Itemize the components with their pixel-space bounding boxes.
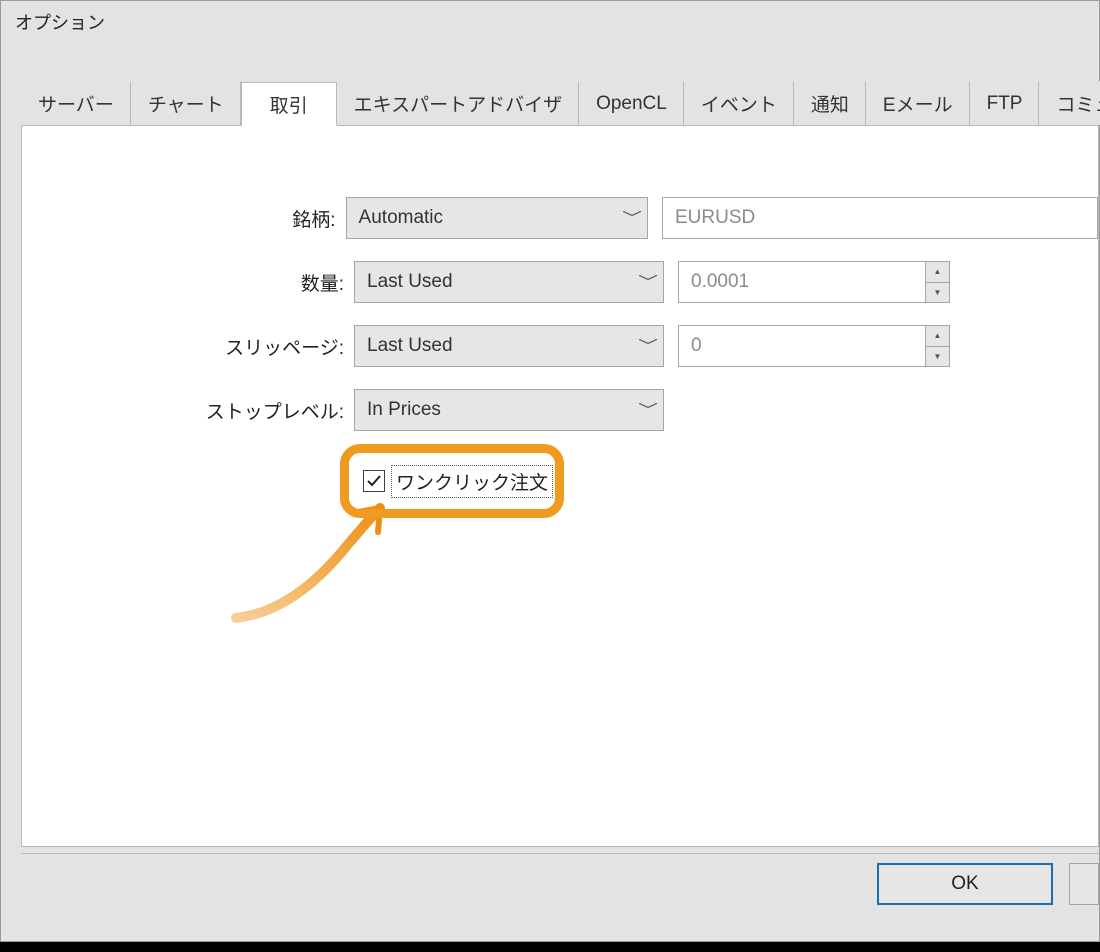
label-symbol: 銘柄: bbox=[22, 205, 346, 232]
input-volume-value-text: 0.0001 bbox=[691, 271, 749, 293]
tab-server[interactable]: サーバー bbox=[21, 81, 131, 125]
tab-label: エキスパートアドバイザ bbox=[354, 90, 562, 117]
combo-slippage-mode-value: Last Used bbox=[367, 335, 453, 357]
combo-symbol-mode[interactable]: Automatic ﹀ bbox=[346, 197, 648, 239]
spinner-volume-down[interactable]: ▼ bbox=[926, 283, 950, 304]
tab-label: チャート bbox=[148, 90, 224, 117]
spinner-slippage-down[interactable]: ▼ bbox=[926, 347, 950, 368]
input-slippage-value-text: 0 bbox=[691, 335, 702, 357]
combo-slippage-mode[interactable]: Last Used ﹀ bbox=[354, 325, 664, 367]
chevron-down-icon: ﹀ bbox=[638, 272, 658, 292]
combo-volume-mode[interactable]: Last Used ﹀ bbox=[354, 261, 664, 303]
window-title: オプション bbox=[15, 9, 105, 35]
spinner-slippage-up[interactable]: ▲ bbox=[926, 325, 950, 347]
client-area: サーバー チャート 取引 エキスパートアドバイザ OpenCL イベント 通知 … bbox=[15, 57, 1099, 927]
ok-button[interactable]: OK bbox=[877, 863, 1053, 905]
secondary-button[interactable] bbox=[1069, 863, 1099, 905]
dialog-footer: OK bbox=[21, 853, 1099, 913]
spinner-volume: ▲ ▼ bbox=[926, 261, 950, 303]
options-dialog: オプション サーバー チャート 取引 エキスパートアドバイザ OpenCL イベ… bbox=[0, 0, 1100, 942]
highlight-one-click: ワンクリック注文 bbox=[340, 444, 564, 518]
label-stop-level: ストップレベル: bbox=[22, 397, 354, 424]
combo-stop-level-mode-value: In Prices bbox=[367, 399, 441, 421]
combo-stop-level-mode[interactable]: In Prices ﹀ bbox=[354, 389, 664, 431]
row-symbol: 銘柄: Automatic ﹀ EURUSD bbox=[22, 186, 1098, 250]
label-slippage: スリッページ: bbox=[22, 333, 354, 360]
checkbox-one-click-label[interactable]: ワンクリック注文 bbox=[391, 465, 553, 498]
chevron-down-icon: ﹀ bbox=[638, 336, 658, 356]
tab-label: コミュニ bbox=[1056, 90, 1100, 117]
tab-notify[interactable]: 通知 bbox=[794, 81, 866, 125]
tab-opencl[interactable]: OpenCL bbox=[579, 81, 684, 125]
chevron-down-icon: ﹀ bbox=[638, 400, 658, 420]
tab-community[interactable]: コミュニ bbox=[1039, 81, 1100, 125]
input-symbol-value[interactable]: EURUSD bbox=[662, 197, 1098, 239]
tab-label: OpenCL bbox=[596, 93, 667, 115]
checkbox-one-click[interactable] bbox=[363, 470, 385, 492]
titlebar: オプション bbox=[1, 1, 1099, 43]
input-slippage-value[interactable]: 0 bbox=[678, 325, 926, 367]
ok-button-label: OK bbox=[951, 873, 978, 895]
tab-ftp[interactable]: FTP bbox=[970, 81, 1040, 125]
chevron-down-icon: ﹀ bbox=[622, 208, 642, 228]
tab-trade[interactable]: 取引 bbox=[241, 82, 337, 126]
combo-symbol-mode-value: Automatic bbox=[359, 207, 443, 229]
tab-expert[interactable]: エキスパートアドバイザ bbox=[337, 81, 579, 125]
input-symbol-value-text: EURUSD bbox=[675, 207, 755, 229]
combo-volume-mode-value: Last Used bbox=[367, 271, 453, 293]
input-volume-value[interactable]: 0.0001 bbox=[678, 261, 926, 303]
tab-label: 通知 bbox=[811, 90, 849, 117]
tab-label: Eメール bbox=[883, 90, 953, 117]
tab-email[interactable]: Eメール bbox=[866, 81, 970, 125]
tab-label: FTP bbox=[987, 93, 1023, 115]
spinner-slippage: ▲ ▼ bbox=[926, 325, 950, 367]
trade-form: 銘柄: Automatic ﹀ EURUSD 数量: Last Used ﹀ bbox=[22, 186, 1098, 442]
tab-page-trade: 銘柄: Automatic ﹀ EURUSD 数量: Last Used ﹀ bbox=[21, 125, 1099, 847]
tab-chart[interactable]: チャート bbox=[131, 81, 241, 125]
tab-event[interactable]: イベント bbox=[684, 81, 794, 125]
tab-label: サーバー bbox=[38, 90, 114, 117]
row-slippage: スリッページ: Last Used ﹀ 0 ▲ ▼ bbox=[22, 314, 1098, 378]
tabstrip: サーバー チャート 取引 エキスパートアドバイザ OpenCL イベント 通知 … bbox=[21, 81, 1099, 125]
row-volume: 数量: Last Used ﹀ 0.0001 ▲ ▼ bbox=[22, 250, 1098, 314]
row-stop-level: ストップレベル: In Prices ﹀ bbox=[22, 378, 1098, 442]
spinner-volume-up[interactable]: ▲ bbox=[926, 261, 950, 283]
tab-label: 取引 bbox=[270, 91, 308, 118]
label-volume: 数量: bbox=[22, 269, 354, 296]
checkmark-icon bbox=[366, 473, 382, 489]
tab-label: イベント bbox=[701, 90, 777, 117]
